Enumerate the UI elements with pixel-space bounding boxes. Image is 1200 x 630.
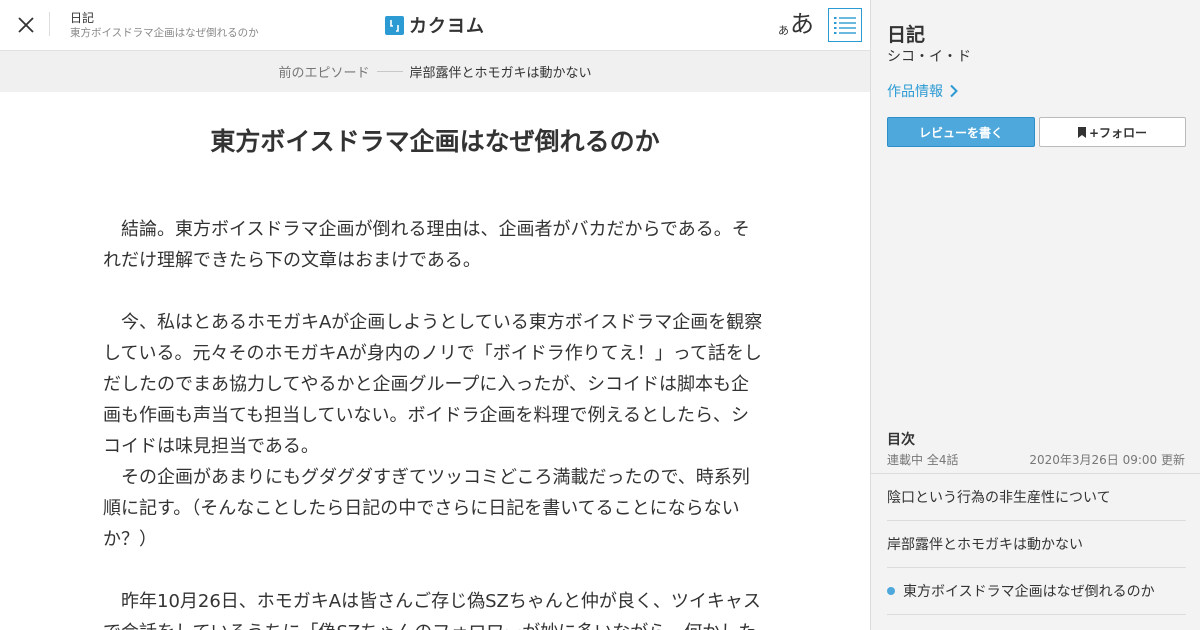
previous-episode-bar[interactable]: 前のエピソード 岸部露伴とホモガキは動かない [0,51,870,92]
body-line: だしたのでまあ協力してやるかと企画グループに入ったが、シコイドは脚本も企 [103,374,750,395]
body-line: れだけ理解できたら下の文章はおまけである。 [103,250,481,271]
toc-item-label: 陰口という行為の非生産性について [887,490,1111,506]
previous-episode-title[interactable]: 岸部露伴とホモガキは動かない [410,62,592,81]
font-small-glyph: あ [778,24,789,37]
current-episode-dot-icon [887,587,895,595]
logo-mark-icon [385,15,404,35]
body-line: 昨年10月26日、ホモガキAは皆さんご存じ偽SZちゃんと仲が良く、ツイキャス [103,591,761,612]
work-title-block[interactable]: 日記 東方ボイスドラマ企画はなぜ倒れるのか [70,11,259,41]
list-icon [834,17,856,34]
episode-body-area: 東方ボイスドラマ企画はなぜ倒れるのか 結論。東方ボイスドラマ企画が倒れる理由は、… [0,92,870,630]
body-line: 結論。東方ボイスドラマ企画が倒れる理由は、企画者がバカだからである。そ [103,219,750,240]
bookmark-icon [1077,126,1086,138]
body-line: か？） [103,529,157,550]
body-line: 今、私はとあるホモガキAが企画しようとしている東方ボイスドラマ企画を観察 [103,312,763,333]
toc-item-label: 岸部露伴とホモガキは動かない [887,537,1083,553]
close-button[interactable] [14,13,38,37]
previous-episode-divider [376,71,403,72]
episode-header: 日記 東方ボイスドラマ企画はなぜ倒れるのか カクヨム あ あ [0,0,870,51]
work-info-link[interactable]: 作品情報 [887,81,958,101]
body-line: 画も作画も声当ても担当していない。ボイドラ企画を料理で例えるとしたら、シ [103,405,750,426]
close-icon[interactable] [14,13,38,37]
logo-text: カクヨム [409,16,485,37]
body-line: している。元々そのホモガキAが身内のノリで「ボイドラ作りてえ！」って話をし [103,343,762,364]
episode-title: 東方ボイスドラマ企画はなぜ倒れるのか [210,127,660,156]
kakuyomu-logo[interactable]: カクヨム [385,14,485,37]
work-sidebar: 日記 シコ・イ・ド 作品情報 レビューを書く +フォロー 目次 連載中 全4話 … [870,0,1200,630]
chevron-right-icon [950,84,958,98]
episode-body: 結論。東方ボイスドラマ企画が倒れる理由は、企画者がバカだからである。そ れだけ理… [103,214,767,630]
body-line: 順に記す。（そんなことしたら日記の中でさらに日記を書いてることにならない [103,498,740,519]
body-line [103,555,767,586]
follow-button[interactable]: +フォロー [1039,117,1186,147]
sidebar-work-title[interactable]: 日記 [887,20,925,47]
header-work-title[interactable]: 日記 [70,11,259,26]
toc-updated: 2020年3月26日 09:00 更新 [1029,453,1185,467]
toc-item-current[interactable]: 東方ボイスドラマ企画はなぜ倒れるのか [887,568,1186,615]
font-size-button[interactable]: あ あ [778,8,814,38]
work-info-label: 作品情報 [887,84,943,100]
body-line: その企画があまりにもグダグダすぎてツッコミどころ満載だったので、時系列 [103,467,750,488]
sidebar-author[interactable]: シコ・イ・ド [887,46,971,66]
body-line: で会話をしているうちに「偽SZちゃんのフォロワーが妙に多いながら、何かした [103,617,767,630]
body-line [103,276,767,307]
table-of-contents-button[interactable] [828,8,862,42]
write-review-button[interactable]: レビューを書く [887,117,1035,147]
toc-item-label: 東方ボイスドラマ企画はなぜ倒れるのか [903,584,1155,600]
toc-item[interactable]: 岸部露伴とホモガキは動かない [887,521,1186,568]
header-episode-title: 東方ボイスドラマ企画はなぜ倒れるのか [70,27,259,39]
toc-item[interactable]: 陰口という行為の非生産性について [887,474,1186,521]
toc-heading: 目次 [887,432,915,448]
header-divider [49,12,50,36]
follow-label: +フォロー [1088,125,1148,140]
toc-list: 陰口という行為の非生産性について 岸部露伴とホモガキは動かない 東方ボイスドラマ… [871,473,1200,615]
body-line: コイドは味見担当である。 [103,436,319,457]
toc-status: 連載中 全4話 [887,453,959,467]
previous-episode-label[interactable]: 前のエピソード [278,62,369,81]
font-large-glyph: あ [790,10,814,38]
